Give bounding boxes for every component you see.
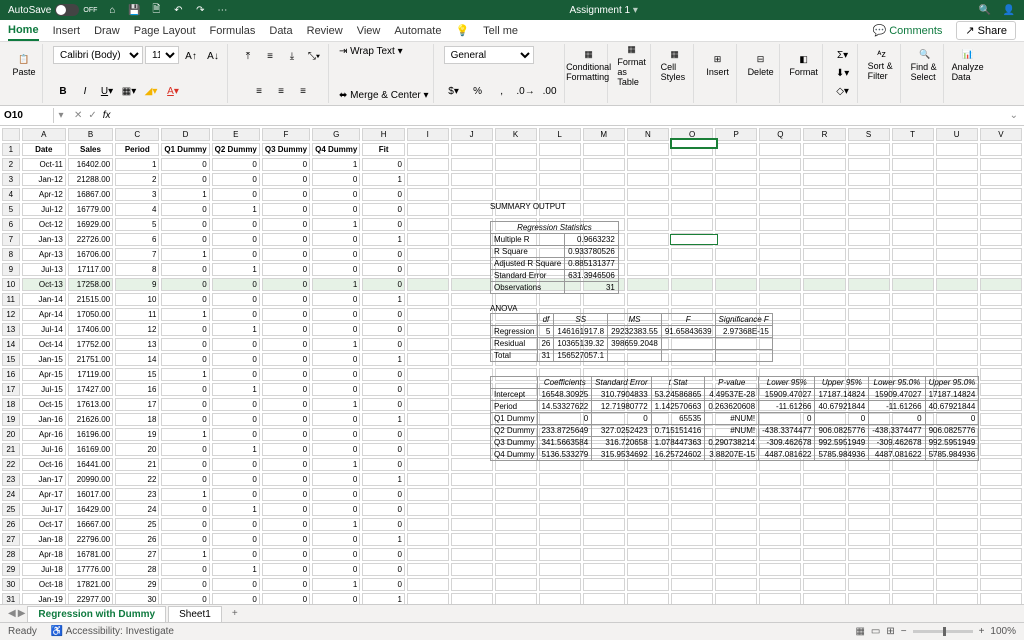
status-ready: Ready (8, 626, 37, 637)
zoom-level[interactable]: 100% (990, 626, 1016, 637)
orientation-icon[interactable]: ⤡▾ (304, 46, 324, 66)
ribbon-tabs: Home Insert Draw Page Layout Formulas Da… (0, 20, 1024, 42)
sheet-tab-sheet1[interactable]: Sheet1 (168, 606, 222, 622)
percent-icon[interactable]: % (468, 81, 488, 101)
zoom-slider[interactable] (913, 630, 973, 633)
find-select-button[interactable]: 🔍Find & Select (911, 46, 939, 84)
cell-styles-button[interactable]: ▦Cell Styles (661, 46, 689, 84)
tab-home[interactable]: Home (8, 21, 39, 41)
fill-color-button[interactable]: ◢▾ (141, 81, 161, 101)
worksheet[interactable]: ABCDEFGHIJKLMNOPQRSTUV1DateSalesPeriodQ1… (0, 126, 1024, 604)
decrease-decimal-icon[interactable]: .00 (540, 81, 560, 101)
fx-icon[interactable]: fx (103, 110, 111, 121)
autosum-icon[interactable]: Σ▾ (833, 46, 853, 64)
insert-cells-button[interactable]: ⊞Insert (704, 46, 732, 84)
tab-data[interactable]: Data (269, 22, 292, 40)
regression-output: SUMMARY OUTPUTRegression StatisticsMulti… (490, 202, 979, 461)
user-icon[interactable]: 👤 (1002, 3, 1016, 17)
more-icon[interactable]: ⋯ (215, 3, 229, 17)
title-bar: AutoSaveOFF ⌂ 💾 🗎 ↶ ↷ ⋯ Assignment 1 ▾ 🔍… (0, 0, 1024, 20)
doc-title: Assignment 1 (569, 5, 630, 16)
sheet-tab-regression[interactable]: Regression with Dummy (27, 606, 166, 622)
formula-input[interactable] (117, 108, 998, 123)
fill-icon[interactable]: ⬇▾ (833, 64, 853, 82)
comma-icon[interactable]: , (492, 81, 512, 101)
paste-button[interactable]: 📋Paste (10, 46, 38, 84)
font-size-select[interactable]: 11 (145, 46, 179, 64)
autosave-toggle[interactable]: AutoSaveOFF (8, 4, 97, 16)
comments-button[interactable]: 💬 Comments (873, 24, 943, 37)
add-sheet-button[interactable]: + (224, 608, 246, 619)
tab-view[interactable]: View (357, 22, 381, 40)
format-cells-button[interactable]: ◧Format (790, 46, 818, 84)
view-break-icon[interactable]: ⊞ (886, 626, 894, 637)
align-bottom-icon[interactable]: ⤓ (282, 46, 302, 66)
ribbon: 📋Paste Calibri (Body) 11 A↑ A↓ B I U▾ ▦▾… (0, 42, 1024, 106)
status-bar: Ready ♿ Accessibility: Investigate ▦ ▭ ⊞… (0, 622, 1024, 640)
tab-page-layout[interactable]: Page Layout (134, 22, 196, 40)
font-color-button[interactable]: A▾ (163, 81, 183, 101)
bold-button[interactable]: B (53, 81, 73, 101)
tab-review[interactable]: Review (307, 22, 343, 40)
view-normal-icon[interactable]: ▦ (855, 626, 864, 637)
redo-icon[interactable]: ↷ (193, 3, 207, 17)
zoom-out-button[interactable]: − (901, 626, 907, 637)
accessibility-status[interactable]: ♿ Accessibility: Investigate (51, 626, 174, 637)
align-left-icon[interactable]: ≡ (249, 81, 269, 101)
currency-icon[interactable]: $▾ (444, 81, 464, 101)
clear-icon[interactable]: ◇▾ (833, 83, 853, 101)
decrease-font-icon[interactable]: A↓ (203, 46, 223, 66)
prev-sheet-icon[interactable]: ◀ (8, 608, 16, 619)
align-middle-icon[interactable]: ≡ (260, 46, 280, 66)
collapse-ribbon-icon[interactable]: ⌄ (1004, 110, 1024, 121)
tab-insert[interactable]: Insert (53, 22, 81, 40)
tab-draw[interactable]: Draw (94, 22, 120, 40)
view-page-icon[interactable]: ▭ (871, 626, 880, 637)
zoom-in-button[interactable]: + (979, 626, 985, 637)
home-icon[interactable]: ⌂ (105, 3, 119, 17)
next-sheet-icon[interactable]: ▶ (18, 608, 26, 619)
border-button[interactable]: ▦▾ (119, 81, 139, 101)
save-icon[interactable]: 💾 (127, 3, 141, 17)
enter-formula-icon[interactable]: ✓ (88, 110, 96, 121)
tab-formulas[interactable]: Formulas (210, 22, 256, 40)
align-right-icon[interactable]: ≡ (293, 81, 313, 101)
align-top-icon[interactable]: ⤒ (238, 46, 258, 66)
increase-decimal-icon[interactable]: .0→ (516, 81, 536, 101)
delete-cells-button[interactable]: ⊟Delete (747, 46, 775, 84)
underline-button[interactable]: U▾ (97, 81, 117, 101)
align-center-icon[interactable]: ≡ (271, 81, 291, 101)
italic-button[interactable]: I (75, 81, 95, 101)
conditional-formatting-button[interactable]: ▦Conditional Formatting (575, 46, 603, 84)
share-button[interactable]: ↗ Share (956, 21, 1016, 40)
undo-icon[interactable]: ↶ (171, 3, 185, 17)
tab-automate[interactable]: Automate (394, 22, 441, 40)
namebox-dropdown-icon[interactable]: ▾ (54, 110, 68, 121)
cancel-formula-icon[interactable]: ✕ (74, 110, 82, 121)
sort-filter-button[interactable]: ᴬᴢSort & Filter (868, 46, 896, 84)
number-format-select[interactable]: General (444, 46, 534, 64)
format-as-table-button[interactable]: ▦Format as Table (618, 46, 646, 84)
tellme-icon: 💡 (455, 24, 469, 37)
formula-bar-row: O10 ▾ ✕ ✓ fx ⌄ (0, 106, 1024, 126)
font-select[interactable]: Calibri (Body) (53, 46, 143, 64)
merge-center-button[interactable]: ⬌ Merge & Center ▾ (339, 90, 429, 101)
increase-font-icon[interactable]: A↑ (181, 46, 201, 66)
save2-icon[interactable]: 🗎 (149, 3, 163, 17)
search-icon[interactable]: 🔍 (978, 3, 992, 17)
wrap-text-button[interactable]: ⇥ Wrap Text ▾ (339, 46, 403, 57)
name-box[interactable]: O10 (0, 108, 54, 123)
analyze-data-button[interactable]: 📊Analyze Data (954, 46, 982, 84)
sheet-tab-bar: ◀ ▶ Regression with Dummy Sheet1 + (0, 604, 1024, 622)
tab-tellme[interactable]: Tell me (483, 22, 518, 40)
